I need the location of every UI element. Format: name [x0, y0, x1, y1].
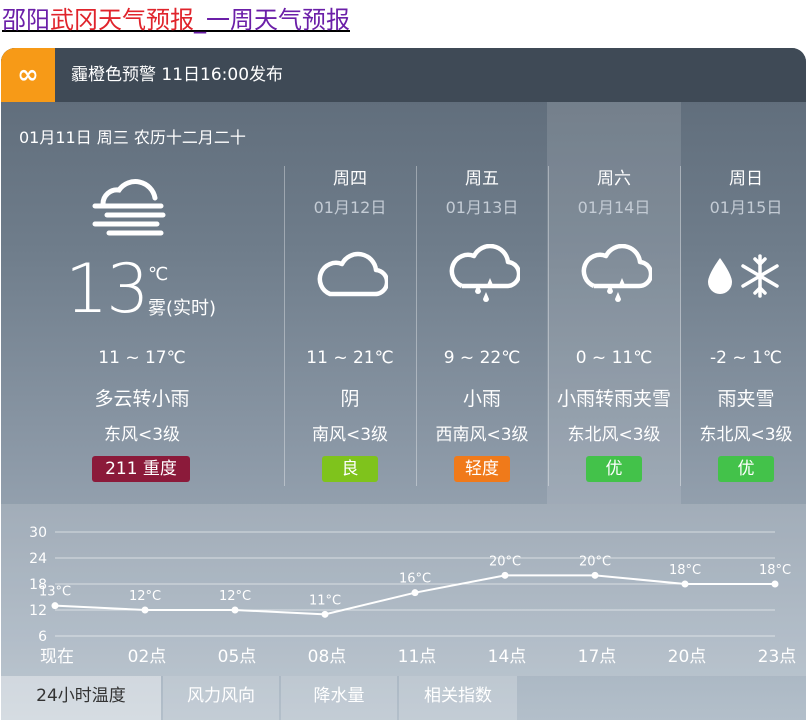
alert-bar[interactable]: ∞ 霾橙色预警 11日16:00发布: [1, 48, 806, 102]
temperature-point: [321, 610, 329, 618]
title-city[interactable]: 邵阳: [2, 6, 50, 34]
tab-24h-temperature[interactable]: 24小时温度: [1, 676, 161, 720]
temperature-label: 12°C: [129, 589, 161, 604]
temperature-label: 16°C: [399, 572, 431, 587]
day-wind: 南风<3级: [311, 425, 389, 445]
alert-text[interactable]: 霾橙色预警 11日16:00发布: [71, 48, 283, 102]
temperature-point: [591, 571, 599, 579]
day-date: 01月15日: [709, 198, 783, 217]
current-temperature: 13: [65, 250, 150, 329]
rain-cloud-icon: [581, 244, 652, 302]
x-tick-label: 17点: [578, 647, 617, 667]
day-range: 0 ~ 11℃: [575, 348, 653, 368]
temperature-point: [681, 580, 689, 588]
x-tick-label: 14点: [488, 647, 527, 667]
sleet-icon: [708, 254, 779, 298]
tab-indices[interactable]: 相关指数: [399, 676, 517, 720]
tab-wind[interactable]: 风力风向: [163, 676, 279, 720]
y-tick-label: 30: [29, 525, 47, 541]
day-wind: 东北风<3级: [699, 425, 793, 445]
x-tick-label: 23点: [758, 647, 797, 667]
day-column[interactable]: 周日 01月15日 -2 ~ 1℃ 雨夹雪 东北风<3级 优: [680, 158, 806, 508]
temperature-label: 13°C: [39, 585, 71, 600]
chart-tabs: 24小时温度 风力风向 降水量 相关指数: [1, 676, 806, 720]
day-wind: 东北风<3级: [567, 425, 661, 445]
day-desc: 阴: [340, 388, 360, 410]
aqi-badge[interactable]: 轻度: [454, 456, 510, 482]
today-wind: 东风<3级: [103, 425, 181, 445]
hourly-temperature-chart: 30 24 18 12 6 13°C 现在 12°C 02点 12°C 05点 11°C 08点 16°C…: [1, 504, 806, 676]
x-tick-label: 08点: [308, 647, 347, 667]
day-wind: 西南风<3级: [435, 425, 529, 445]
page-title-link[interactable]: 邵阳武冈天气预报_一周天气预报: [2, 2, 350, 38]
temperature-label: 20°C: [579, 554, 611, 569]
today-aqi-badge[interactable]: 211 重度: [92, 456, 190, 482]
temperature-label: 18°C: [759, 563, 791, 578]
infinity-icon: ∞: [1, 48, 55, 102]
day-date: 01月13日: [445, 198, 519, 217]
temperature-line-chart: 30241812613°C现在12°C02点12°C05点11°C08点16°C…: [29, 525, 797, 667]
y-tick-label: 24: [29, 551, 47, 567]
x-tick-label: 20点: [668, 647, 707, 667]
x-tick-label: 现在: [40, 647, 74, 667]
day-name: 周五: [465, 169, 499, 189]
y-tick-label: 6: [38, 629, 47, 645]
day-column[interactable]: 周六 01月14日 0 ~ 11℃ 小雨转雨夹雪 东北风<3级 优: [548, 158, 680, 508]
x-tick-label: 05点: [218, 647, 257, 667]
weather-card: ∞ 霾橙色预警 11日16:00发布 01月11日 周三 农历十二月二十 13 …: [1, 48, 806, 720]
today-range: 11 ~ 17℃: [98, 348, 186, 368]
day-name: 周六: [597, 169, 631, 189]
tab-precipitation[interactable]: 降水量: [281, 676, 397, 720]
day-desc: 雨夹雪: [717, 388, 775, 410]
rain-cloud-icon: [449, 244, 520, 302]
temperature-label: 11°C: [309, 593, 341, 608]
day-date: 01月14日: [577, 198, 651, 217]
fog-cloud-icon: [92, 179, 166, 236]
temperature-point: [231, 606, 239, 614]
temperature-point: [51, 602, 59, 610]
day-date: 01月12日: [313, 198, 387, 217]
day-desc: 小雨: [462, 388, 501, 410]
aqi-badge[interactable]: 优: [718, 456, 774, 482]
temperature-point: [411, 589, 419, 597]
today-panel: 13 ℃ 雾(实时) 11 ~ 17℃ 多云转小雨 东风<3级 211 重度: [1, 158, 283, 508]
temperature-label: 20°C: [489, 554, 521, 569]
cloud-icon: [317, 251, 388, 297]
temperature-point: [771, 580, 779, 588]
current-date: 01月11日 周三 农历十二月二十: [19, 128, 246, 147]
aqi-badge[interactable]: 优: [586, 456, 642, 482]
temperature-label: 12°C: [219, 589, 251, 604]
temperature-point: [141, 606, 149, 614]
temperature-unit: ℃: [148, 264, 169, 285]
x-tick-label: 02点: [128, 647, 167, 667]
x-tick-label: 11点: [398, 647, 437, 667]
day-range: 9 ~ 22℃: [443, 348, 521, 368]
day-column[interactable]: 周四 01月12日 11 ~ 21℃ 阴 南风<3级 良: [284, 158, 416, 508]
day-range: -2 ~ 1℃: [710, 348, 782, 368]
day-name: 周四: [333, 169, 367, 189]
day-range: 11 ~ 21℃: [306, 348, 394, 368]
day-desc: 小雨转雨夹雪: [556, 388, 671, 410]
aqi-badge[interactable]: 良: [322, 456, 378, 482]
day-column[interactable]: 周五 01月13日 9 ~ 22℃ 小雨 西南风<3级 轻度: [416, 158, 548, 508]
title-week-forecast[interactable]: _一周天气预报: [194, 6, 350, 34]
temperature-label: 18°C: [669, 563, 701, 578]
title-county-forecast[interactable]: 武冈天气预报: [50, 6, 194, 34]
temperature-point: [501, 571, 509, 579]
day-name: 周日: [729, 169, 763, 189]
y-tick-label: 12: [29, 603, 47, 619]
today-desc: 多云转小雨: [94, 388, 190, 410]
realtime-condition: 雾(实时): [148, 298, 217, 319]
